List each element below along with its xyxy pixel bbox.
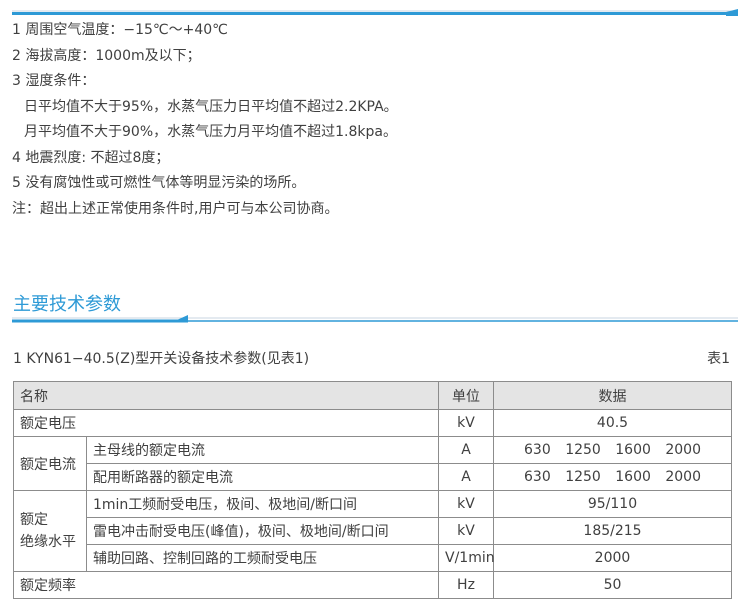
table-caption: 1 KYN61−40.5(Z)型开关设备技术参数(见表1)	[13, 351, 310, 367]
row-value: 40.5	[493, 409, 732, 437]
table-row: 雷电冲击耐受电压(峰值)，极间、极地间/断口间 kV 185/215	[14, 517, 732, 545]
section-divider	[12, 315, 738, 323]
condition-humidity-monthly: 月平均值不大于90%，水蒸气压力月平均值不超过1.8kpa。	[24, 124, 397, 140]
row-unit: kV	[438, 490, 494, 518]
condition-temperature: 1 周围空气温度：−15℃～+40℃	[12, 22, 228, 38]
row-unit: kV	[438, 517, 494, 545]
row-name: 主母线的额定电流	[86, 436, 439, 464]
table-row: 额定电压 kV 40.5	[13, 409, 732, 437]
table-row: 额定频率 Hz 50	[13, 571, 732, 599]
table-row: 额定电流 主母线的额定电流 A 630 1250 1600 2000	[13, 436, 732, 491]
table-header-row: 名称 单位 数据	[13, 381, 732, 410]
group-label-line2: 绝缘水平	[20, 534, 76, 550]
table-number: 表1	[707, 351, 730, 367]
row-name: 额定电压	[13, 409, 439, 437]
table-row: 辅助回路、控制回路的工频耐受电压 V/1min 2000	[14, 544, 732, 572]
row-unit: A	[438, 436, 494, 464]
row-value: 95/110	[493, 490, 732, 518]
row-value: 2000	[493, 544, 732, 572]
row-name: 额定频率	[13, 571, 439, 599]
condition-note: 注：超出上述正常使用条件时,用户可与本公司协商。	[12, 200, 339, 217]
group-label: 额定 绝缘水平	[13, 490, 87, 572]
condition-seismic: 4 地震烈度: 不超过8度；	[12, 149, 170, 166]
group-label: 额定电流	[13, 436, 87, 491]
row-name: 雷电冲击耐受电压(峰值)，极间、极地间/断口间	[86, 517, 439, 545]
row-name: 配用断路器的额定电流	[86, 463, 439, 491]
condition-altitude: 2 海拔高度：1000m及以下；	[12, 47, 201, 64]
row-name: 辅助回路、控制回路的工频耐受电压	[86, 544, 439, 572]
row-value: 630 1250 1600 2000	[493, 436, 732, 464]
usage-conditions: 1 周围空气温度：−15℃～+40℃ 2 海拔高度：1000m及以下； 3 湿度…	[12, 18, 398, 222]
specs-table: 名称 单位 数据 额定电压 kV 40.5 额定电流 主母线的额定电流 A 63…	[13, 381, 732, 599]
condition-pollution: 5 没有腐蚀性或可燃性气体等明显污染的场所。	[12, 175, 306, 191]
header-name: 名称	[13, 381, 439, 410]
row-value: 630 1250 1600 2000	[493, 463, 732, 491]
row-value: 185/215	[493, 517, 732, 545]
row-unit: Hz	[438, 571, 494, 599]
condition-humidity-daily: 日平均值不大于95%，水蒸气压力日平均值不超过2.2KPA。	[24, 98, 398, 115]
group-label-line1: 额定	[20, 512, 48, 528]
header-data: 数据	[493, 381, 732, 410]
condition-humidity: 3 湿度条件：	[12, 73, 96, 89]
row-unit: A	[438, 463, 494, 491]
row-name: 1min工频耐受电压，极间、极地间/断口间	[86, 490, 439, 518]
header-unit: 单位	[438, 381, 494, 410]
table-row: 额定 绝缘水平 1min工频耐受电压，极间、极地间/断口间 kV 95/110	[13, 490, 732, 572]
table-row: 配用断路器的额定电流 A 630 1250 1600 2000	[14, 463, 732, 491]
row-value: 50	[493, 571, 732, 599]
row-unit: kV	[438, 409, 494, 437]
top-divider	[12, 9, 738, 16]
row-unit: V/1min	[438, 544, 495, 572]
